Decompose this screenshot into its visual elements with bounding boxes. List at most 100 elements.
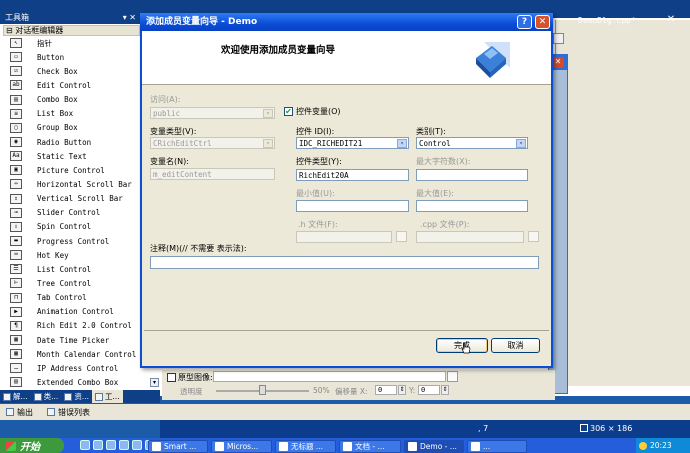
toolbox-item[interactable]: ▦ Date Time Picker <box>0 333 140 347</box>
tab-resource-view[interactable]: 资... <box>61 390 92 403</box>
close-document-icon[interactable]: ✕ <box>663 14 679 26</box>
scroll-down-icon[interactable]: ▾ <box>150 378 159 387</box>
toolbox-item-label: 指针 <box>37 38 52 48</box>
tab-solution-explorer[interactable]: 解... <box>0 390 31 403</box>
comment-field[interactable] <box>150 256 539 269</box>
solution-explorer-icon <box>3 392 11 401</box>
taskbar-button-label: Micros... <box>227 442 259 451</box>
tray-icon[interactable] <box>639 441 647 450</box>
toolbox-item[interactable]: ▤ Extended Combo Box <box>0 375 140 389</box>
transparency-slider-thumb[interactable] <box>259 385 266 395</box>
ie-icon[interactable] <box>80 440 90 450</box>
toolbox-item[interactable]: … IP Address Control <box>0 361 140 375</box>
prototype-image-field[interactable] <box>213 371 446 382</box>
rich-edit-icon: ¶ <box>10 320 22 331</box>
toolbox-item[interactable]: Aa Static Text <box>0 149 140 163</box>
h-file-browse-button[interactable] <box>396 231 407 242</box>
list-box-icon: ≡ <box>10 108 22 119</box>
chevron-down-icon[interactable]: ▾ <box>263 139 273 148</box>
taskbar-button[interactable]: Micros... <box>211 440 272 453</box>
variable-name-field[interactable]: m_editContent <box>150 168 275 180</box>
offset-x-spin-icon[interactable]: ⇕ <box>398 385 406 395</box>
help-button[interactable]: ? <box>517 15 532 29</box>
access-combo[interactable]: public ▾ <box>150 107 275 119</box>
tab-demodlg-cpp[interactable]: DemoDlg.cpp* <box>578 16 636 25</box>
toolbox-item[interactable]: ◉ Radio Button <box>0 135 140 149</box>
control-id-combo[interactable]: IDC_RICHEDIT21 ▾ <box>296 137 409 149</box>
toolbox-icon <box>94 392 103 401</box>
app-icon[interactable] <box>132 440 142 450</box>
taskbar-button[interactable]: 无标题 ... <box>275 440 336 453</box>
control-type-field[interactable]: RichEdit20A <box>296 169 409 181</box>
window-icon <box>215 442 224 451</box>
offset-y-field[interactable]: 0 <box>418 385 440 395</box>
toolbox-item[interactable]: ⇳ Spin Control <box>0 220 140 234</box>
calendar-icon: ▦ <box>10 349 22 360</box>
divider <box>144 330 549 331</box>
toolbox-item[interactable]: ab Edit Control <box>0 78 140 92</box>
status-position: , 7 <box>478 424 489 433</box>
toolbox-item[interactable]: ☰ List Control <box>0 262 140 276</box>
toolbox-item[interactable]: ☑ Check Box <box>0 64 140 78</box>
prototype-browse-button[interactable] <box>447 371 458 382</box>
toolbox-category-header[interactable]: ⊟ 对话框编辑器 <box>3 25 140 36</box>
tab-class-view[interactable]: 类... <box>31 390 62 403</box>
variable-type-combo[interactable]: CRichEditCtrl ▾ <box>150 137 275 149</box>
toolbox-pin-close-icons[interactable]: ▾ ✕ <box>123 12 136 24</box>
toolbox-item[interactable]: ⊢ Tree Control <box>0 276 140 290</box>
toolbox-item[interactable]: ⇕ Vertical Scroll Bar <box>0 192 140 206</box>
toolbox-item[interactable]: ▢ Group Box <box>0 121 140 135</box>
offset-y-spin-icon[interactable]: ⇕ <box>441 385 449 395</box>
toolbox-item[interactable]: ⊓ Tab Control <box>0 291 140 305</box>
folder-icon[interactable] <box>119 440 129 450</box>
toolbox-item[interactable]: ▦ Month Calendar Control <box>0 347 140 361</box>
toolbox-item-label: Hot Key <box>37 250 69 260</box>
taskbar-button[interactable]: Smart ... <box>148 440 208 453</box>
chevron-down-icon[interactable]: ▾ <box>516 139 526 148</box>
toolbox-item[interactable]: ▶ Animation Control <box>0 305 140 319</box>
toolbox-item[interactable]: ↖ 指针 <box>0 36 140 50</box>
error-list-tab[interactable]: 错误列表 <box>47 407 90 418</box>
taskbar-button[interactable]: ... <box>467 440 527 453</box>
close-button[interactable]: ✕ <box>535 15 550 29</box>
start-button[interactable]: 开始 <box>0 438 64 453</box>
toolbox-item[interactable]: ▣ Picture Control <box>0 163 140 177</box>
toolbox-item[interactable]: ¶ Rich Edit 2.0 Control <box>0 319 140 333</box>
chevron-down-icon[interactable]: ▾ <box>397 139 407 148</box>
category-combo[interactable]: Control ▾ <box>416 137 528 149</box>
cpp-file-field[interactable] <box>416 231 524 243</box>
toolbox-item[interactable]: ⇔ Horizontal Scroll Bar <box>0 177 140 191</box>
chevron-down-icon[interactable]: ▾ <box>263 109 273 118</box>
toolbox-item-label: Slider Control <box>37 208 101 218</box>
cpp-file-browse-button[interactable] <box>528 231 539 242</box>
taskbar-button[interactable]: Demo - ... <box>404 440 464 453</box>
toolbox-item-label: Group Box <box>37 123 78 133</box>
media-icon[interactable] <box>106 440 116 450</box>
size-icon <box>580 424 588 432</box>
control-variable-checkbox[interactable]: ✔ <box>284 107 293 116</box>
toolbox-item[interactable]: ⌨ Hot Key <box>0 248 140 262</box>
output-bar: 输出 错误列表 <box>0 404 690 420</box>
cancel-button[interactable]: 取消 <box>491 338 540 353</box>
variable-type-label: 变量类型(V): <box>150 127 197 136</box>
toolbox-title: 工具箱 ▾ ✕ <box>0 12 140 24</box>
taskbar-button[interactable]: 文档 - ... <box>339 440 401 453</box>
desktop-icon[interactable] <box>93 440 103 450</box>
output-tab[interactable]: 输出 <box>6 407 33 418</box>
toolbox-item[interactable]: ▤ Combo Box <box>0 93 140 107</box>
offset-x-field[interactable]: 0 <box>375 385 397 395</box>
tab-toolbox[interactable]: 工... <box>91 390 123 403</box>
max-value-field[interactable] <box>416 200 528 212</box>
h-file-field[interactable] <box>296 231 392 243</box>
prototype-image-checkbox[interactable] <box>167 373 176 382</box>
toolbox-item[interactable]: ≡ List Box <box>0 107 140 121</box>
toolbox-item[interactable]: ⊸ Slider Control <box>0 206 140 220</box>
doc-close-icon[interactable] <box>553 33 564 44</box>
toolbox-item[interactable]: ▭ Button <box>0 50 140 64</box>
toolbox-item[interactable]: ▬ Progress Control <box>0 234 140 248</box>
offset-y-label: Y: <box>409 386 416 395</box>
collapse-icon[interactable]: ⊟ <box>6 26 13 35</box>
min-value-field[interactable] <box>296 200 409 212</box>
control-id-label: 控件 ID(I): <box>296 127 335 136</box>
max-chars-field[interactable] <box>416 169 528 181</box>
